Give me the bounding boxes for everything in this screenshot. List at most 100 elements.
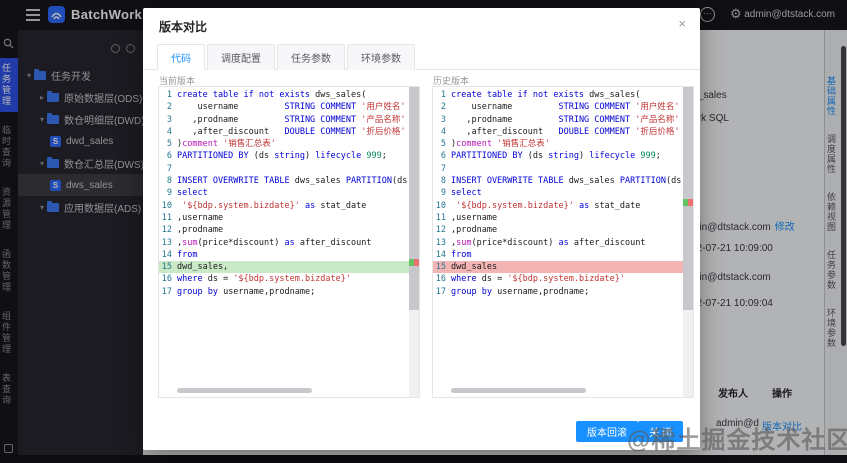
vertical-scrollbar[interactable] <box>409 87 419 397</box>
token: comment <box>182 139 224 150</box>
bottom-strip <box>0 455 847 463</box>
modal-tab-代码[interactable]: 代码 <box>157 44 205 70</box>
token: 999 <box>640 151 656 162</box>
token: where <box>177 274 203 285</box>
line-number: 15 <box>161 262 172 273</box>
token: select <box>451 188 482 199</box>
modal-tab-任务参数[interactable]: 任务参数 <box>277 44 345 70</box>
token: ,username <box>177 212 224 223</box>
code-line-12: 12 ,prodname <box>159 224 409 236</box>
code-text: dwd_sales <box>451 261 497 273</box>
modal-tab-调度配置[interactable]: 调度配置 <box>207 44 275 70</box>
token: stat_date <box>589 200 641 211</box>
code-text: )comment '销售汇总表' <box>451 138 550 150</box>
horizontal-scrollbar[interactable] <box>177 388 312 393</box>
line-number: 11 <box>435 212 446 223</box>
line-number: 15 <box>435 262 446 273</box>
token: (price*discount) <box>197 237 285 248</box>
code-text: create table if not exists dws_sales( <box>177 89 366 101</box>
code-line-10: 10 '${bdp.system.bizdate}' as stat_date <box>433 200 683 212</box>
code-text: ,username <box>177 212 223 224</box>
code-line-9: 9 select <box>433 187 683 199</box>
token: username <box>451 102 559 113</box>
code-line-2: 2 username STRING COMMENT '用户姓名' <box>159 101 409 113</box>
token: as <box>558 237 569 248</box>
modal-tab-环境参数[interactable]: 环境参数 <box>347 44 415 70</box>
line-number: 8 <box>440 176 446 187</box>
code-line-5: 5)comment '销售汇总表' <box>159 138 409 150</box>
current-version-pane: 1 create table if not exists dws_sales(2 … <box>158 86 420 398</box>
token: '产品名称' <box>361 114 406 125</box>
line-number: 17 <box>435 286 446 297</box>
code-line-1: 1 create table if not exists dws_sales( <box>433 89 683 101</box>
token: create table if not exists <box>177 90 316 100</box>
code-text: from <box>177 249 197 261</box>
vertical-scrollbar[interactable] <box>683 87 693 397</box>
token: 999 <box>366 151 382 162</box>
code-line-8: 8 INSERT OVERWRITE TABLE dws_sales PARTIT… <box>159 175 418 187</box>
code-line-2: 2 username STRING COMMENT '用户姓名' <box>433 101 683 113</box>
page: BatchWorks ⋯ ⚙ admin@dtstack.com 任务管理 临时查… <box>0 0 847 463</box>
code-line-14: 14 from <box>433 249 683 261</box>
token: INSERT OVERWRITE TABLE <box>177 176 295 187</box>
line-number: 14 <box>161 249 172 260</box>
code-line-4: 4 ,after_discount DOUBLE COMMENT '折后价格' <box>433 126 683 138</box>
line-number: 9 <box>440 188 446 199</box>
code-text: ,username <box>451 212 497 224</box>
token: group by <box>451 286 492 297</box>
code-line-15: 15 dwd_sales <box>433 261 683 274</box>
code-line-16: 16 where ds = '${bdp.system.bizdate}' <box>159 273 409 285</box>
token: (price*discount) <box>471 237 559 248</box>
code-editor-history[interactable]: 1 create table if not exists dws_sales(2 … <box>433 89 692 298</box>
token: ) <box>578 151 590 162</box>
line-number: 5 <box>440 139 446 150</box>
token: '产品名称' <box>635 114 680 125</box>
token: after_discount <box>294 237 372 248</box>
token: where <box>451 274 477 285</box>
code-line-1: 1 create table if not exists dws_sales( <box>159 89 409 101</box>
code-line-14: 14 from <box>159 249 409 261</box>
token: '用户姓名' <box>635 102 680 113</box>
code-editor-current[interactable]: 1 create table if not exists dws_sales(2 … <box>159 89 418 298</box>
code-line-17: 17 group by username,prodname; <box>433 286 683 298</box>
code-text: INSERT OVERWRITE TABLE dws_sales PARTITI… <box>451 175 693 187</box>
code-line-5: 5 )comment '销售汇总表' <box>433 138 683 150</box>
code-text: ,sum(price*discount) as after_discount <box>177 237 372 249</box>
code-text: group by username,prodname; <box>451 286 589 298</box>
token: sum <box>182 237 198 248</box>
code-text: from <box>451 249 471 261</box>
horizontal-scrollbar[interactable] <box>451 388 586 393</box>
token: lifecycle <box>315 151 367 162</box>
line-number: 16 <box>161 274 172 285</box>
token: PARTITIONED BY <box>177 151 254 162</box>
code-text: group by username,prodname; <box>177 286 315 298</box>
code-line-11: 11 ,username <box>159 212 409 224</box>
token: ds = <box>476 274 508 285</box>
code-line-11: 11 ,username <box>433 212 683 224</box>
token: from <box>177 249 198 260</box>
token: dwd_sales, <box>177 262 229 273</box>
token: ds = <box>202 274 234 285</box>
token: as <box>304 200 316 211</box>
line-number: 9 <box>166 188 172 199</box>
code-text: username STRING COMMENT '用户姓名' <box>451 101 679 113</box>
line-number: 12 <box>161 225 172 236</box>
code-line-7: 7 <box>159 163 409 175</box>
token: STRING COMMENT <box>284 102 362 113</box>
code-line-9: 9 select <box>159 187 409 199</box>
line-number: 10 <box>435 200 446 211</box>
code-line-8: 8 INSERT OVERWRITE TABLE dws_sales PARTIT… <box>433 175 692 187</box>
token: '用户姓名' <box>361 102 406 113</box>
code-text: PARTITIONED BY (ds string) lifecycle 999… <box>451 150 661 162</box>
code-text: select <box>451 187 482 199</box>
token: '${bdp.system.bizdate}' <box>456 200 574 211</box>
version-compare-modal: 版本对比 × 代码 调度配置 任务参数 环境参数 当前版本 历史版本 1 create … <box>143 8 700 450</box>
code-text: username STRING COMMENT '用户姓名' <box>177 101 405 113</box>
line-number: 5 <box>166 139 172 150</box>
token: '${bdp.system.bizdate}' <box>233 274 352 285</box>
close-icon[interactable]: × <box>678 16 686 31</box>
token: sum <box>456 237 472 248</box>
token: username <box>177 102 285 113</box>
code-line-10: 10 '${bdp.system.bizdate}' as stat_date <box>159 200 409 212</box>
code-text: '${bdp.system.bizdate}' as stat_date <box>451 200 640 212</box>
